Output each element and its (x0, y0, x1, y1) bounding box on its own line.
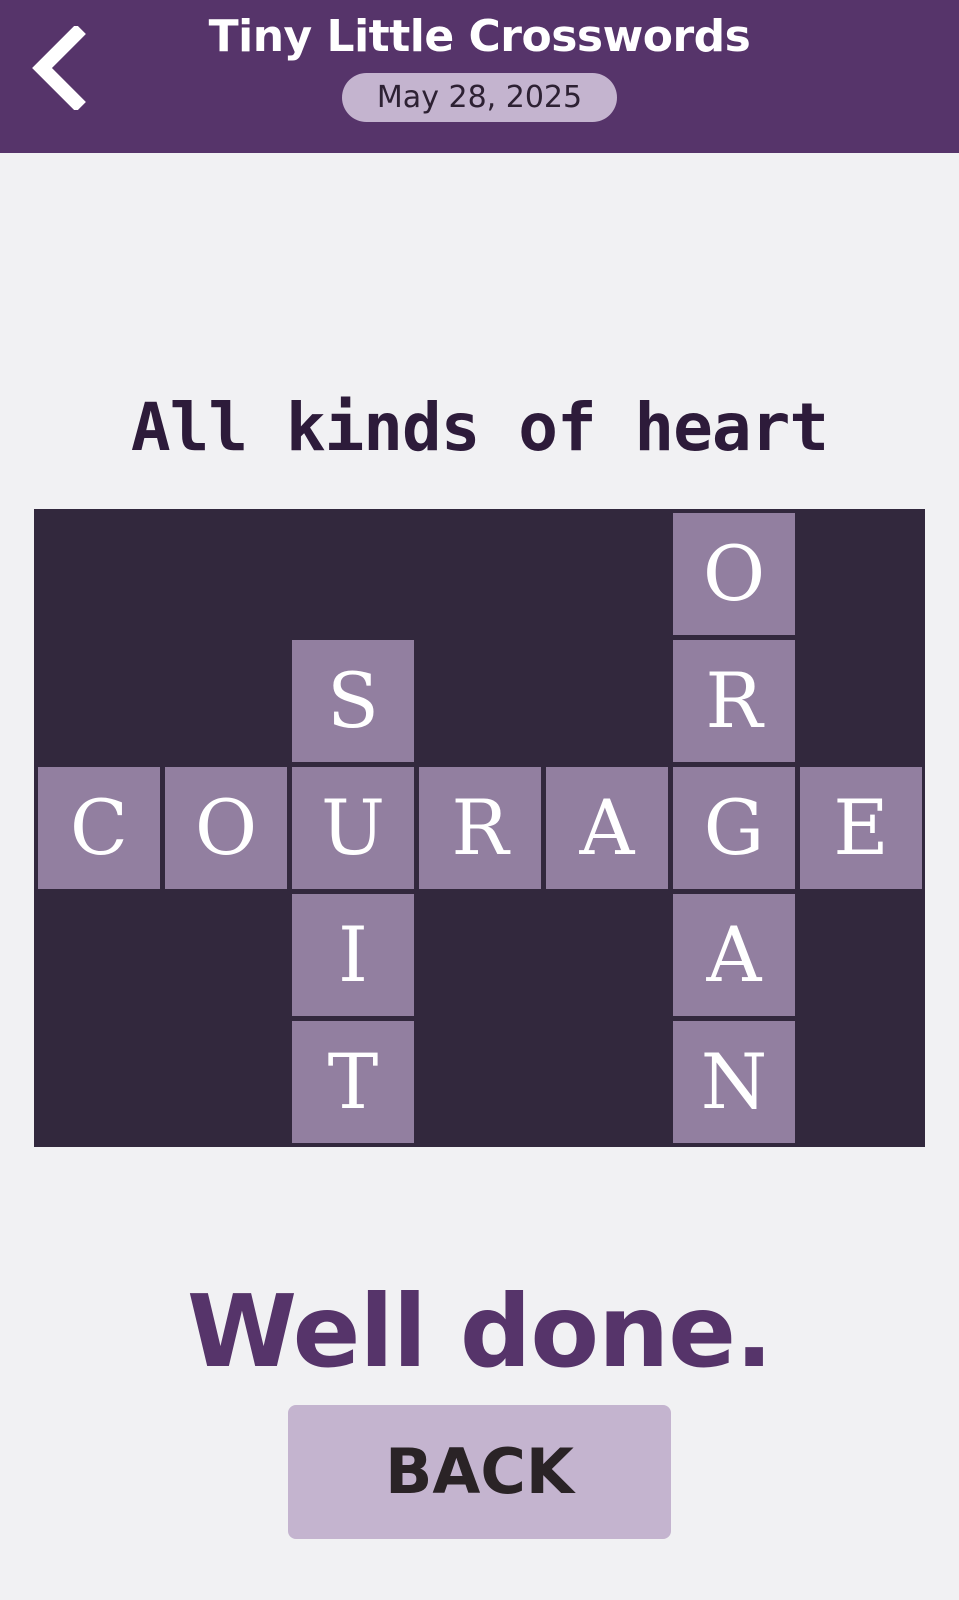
crossword-cell[interactable]: C (38, 767, 160, 889)
crossword-grid: OSRCOURAGEIATN (34, 509, 925, 1147)
crossword-cell[interactable]: G (673, 767, 795, 889)
crossword-cell[interactable]: E (800, 767, 922, 889)
crossword-cell[interactable]: A (546, 767, 668, 889)
back-button[interactable]: BACK (288, 1405, 671, 1539)
date-badge: May 28, 2025 (342, 73, 617, 122)
crossword-cell[interactable]: T (292, 1021, 414, 1143)
crossword-cell[interactable]: U (292, 767, 414, 889)
crossword-cell[interactable]: N (673, 1021, 795, 1143)
crossword-cell[interactable]: I (292, 894, 414, 1016)
crossword-cell[interactable]: R (673, 640, 795, 762)
completion-message: Well done. (186, 1273, 773, 1390)
app-title: Tiny Little Crosswords (208, 11, 751, 62)
crossword-cell[interactable]: O (165, 767, 287, 889)
crossword-cell[interactable]: A (673, 894, 795, 1016)
crossword-cell[interactable]: S (292, 640, 414, 762)
puzzle-clue: All kinds of heart (130, 389, 829, 466)
crossword-cell[interactable]: O (673, 513, 795, 635)
app-header: Tiny Little Crosswords May 28, 2025 (0, 0, 959, 153)
crossword-cell[interactable]: R (419, 767, 541, 889)
